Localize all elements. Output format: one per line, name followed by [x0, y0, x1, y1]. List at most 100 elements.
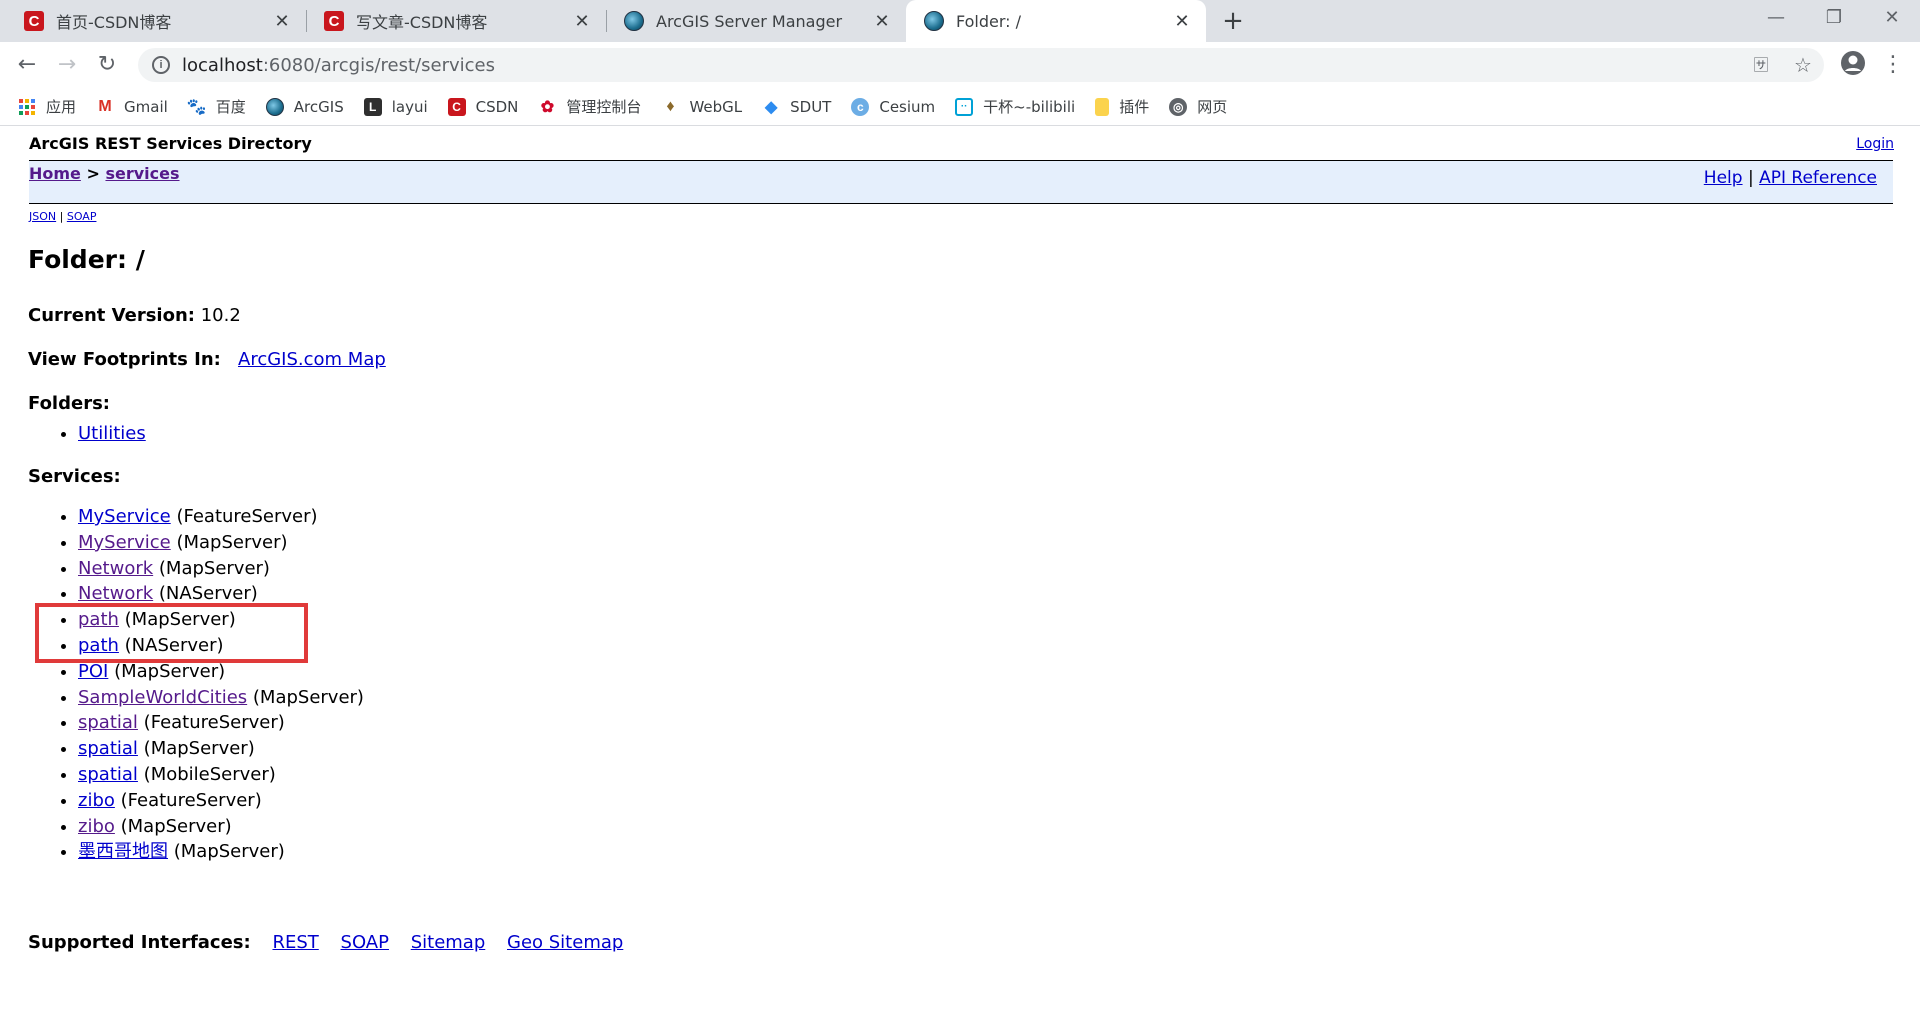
bookmark-folder-plugins[interactable]: 插件	[1095, 96, 1149, 117]
list-item: spatial (FeatureServer)	[78, 710, 364, 736]
webgl-icon: ♦	[666, 97, 675, 115]
service-type: (MobileServer)	[143, 763, 276, 785]
list-item: zibo (MapServer)	[78, 814, 364, 840]
service-type: (MapServer)	[120, 815, 232, 837]
view-footprints: View Footprints In: ArcGIS.com Map	[28, 349, 386, 370]
bookmark-bilibili[interactable]: ·· 干杯~-bilibili	[955, 96, 1075, 117]
soap-interface-link[interactable]: SOAP	[341, 932, 389, 953]
bookmark-label: CSDN	[475, 97, 519, 116]
restore-icon[interactable]: ❐	[1806, 0, 1862, 36]
info-icon[interactable]: i	[152, 56, 170, 74]
menu-kebab-icon[interactable]: ⋮	[1878, 50, 1908, 80]
forward-arrow-icon[interactable]: →	[52, 50, 82, 80]
service-link[interactable]: zibo	[78, 816, 115, 837]
reload-icon[interactable]: ↻	[92, 50, 122, 80]
minimize-icon[interactable]: —	[1748, 0, 1804, 36]
tab-arcgis-server-manager[interactable]: ArcGIS Server Manager ✕	[606, 0, 906, 42]
breadcrumb-services-link[interactable]: services	[105, 164, 179, 183]
close-tab-icon[interactable]: ✕	[270, 11, 294, 32]
bookmark-label: 插件	[1119, 98, 1150, 116]
json-format-link[interactable]: JSON	[29, 210, 56, 223]
tab-strip: C 首页-CSDN博客 ✕ C 写文章-CSDN博客 ✕ ArcGIS Serv…	[0, 0, 1920, 42]
bookmark-label: 应用	[46, 98, 77, 116]
service-link[interactable]: path	[78, 609, 119, 630]
bookmark-label: Gmail	[124, 97, 168, 116]
bookmark-arcgis[interactable]: ArcGIS	[265, 97, 344, 116]
service-type: (MapServer)	[176, 531, 288, 553]
back-arrow-icon[interactable]: ←	[12, 50, 42, 80]
service-link[interactable]: Network	[78, 583, 153, 604]
service-link[interactable]: POI	[78, 661, 108, 682]
bookmark-label: SDUT	[790, 97, 832, 116]
rest-interface-link[interactable]: REST	[272, 932, 318, 953]
folder-link[interactable]: Utilities	[78, 423, 146, 444]
sitemap-interface-link[interactable]: Sitemap	[411, 932, 486, 953]
tab-title: ArcGIS Server Manager	[656, 11, 843, 31]
bookmark-webpage[interactable]: ◎ 网页	[1169, 96, 1227, 117]
translate-icon[interactable]: 🈂	[1746, 50, 1776, 80]
service-type: (MapServer)	[114, 660, 226, 682]
url-host: localhost	[182, 54, 263, 76]
bilibili-icon: ··	[955, 97, 974, 116]
service-link[interactable]: MyService	[78, 532, 171, 553]
help-link[interactable]: Help	[1704, 168, 1743, 188]
services-heading: Services:	[28, 466, 121, 487]
current-version: Current Version: 10.2	[28, 305, 241, 326]
bookmark-apps[interactable]: 应用	[18, 96, 76, 117]
service-link[interactable]: path	[78, 635, 119, 656]
url-text: localhost:6080/arcgis/rest/services	[182, 55, 495, 76]
bookmark-sdut[interactable]: ◆ SDUT	[762, 98, 831, 116]
service-link[interactable]: SampleWorldCities	[78, 687, 247, 708]
service-link[interactable]: spatial	[78, 738, 138, 759]
sdut-icon: ◆	[764, 98, 778, 116]
geo-sitemap-interface-link[interactable]: Geo Sitemap	[507, 932, 623, 953]
csdn-icon: C	[447, 97, 466, 116]
profile-avatar-icon[interactable]	[1838, 50, 1868, 80]
service-type: (MapServer)	[143, 738, 255, 760]
bookmark-layui[interactable]: L layui	[363, 97, 428, 116]
new-tab-icon[interactable]: +	[1218, 6, 1248, 36]
address-bar[interactable]: i localhost:6080/arcgis/rest/services 🈂 …	[138, 48, 1824, 82]
bookmarks-bar: 应用 M Gmail 🐾 百度 ArcGIS L layui C CSDN ✿ …	[0, 88, 1920, 126]
tab-folder-active[interactable]: Folder: / ✕	[906, 0, 1206, 42]
csdn-icon: C	[324, 11, 344, 31]
arcgis-globe-icon	[265, 97, 284, 116]
tab-title: 首页-CSDN博客	[56, 13, 172, 32]
service-link[interactable]: spatial	[78, 764, 138, 785]
bookmark-csdn[interactable]: C CSDN	[447, 97, 519, 116]
bookmark-webgl[interactable]: ♦ WebGL	[661, 98, 742, 116]
list-item: Network (NAServer)	[78, 581, 364, 607]
bookmark-star-icon[interactable]: ☆	[1788, 50, 1818, 80]
close-tab-icon[interactable]: ✕	[870, 11, 894, 32]
webpage-icon: ◎	[1169, 97, 1188, 116]
login-link[interactable]: Login	[1856, 136, 1894, 152]
service-link[interactable]: 墨西哥地图	[78, 841, 168, 862]
bookmark-gmail[interactable]: M Gmail	[96, 97, 168, 116]
api-reference-link[interactable]: API Reference	[1759, 168, 1877, 188]
service-link[interactable]: Network	[78, 558, 153, 579]
folders-heading: Folders:	[28, 393, 110, 414]
folders-list: Utilities	[28, 421, 146, 447]
service-link[interactable]: zibo	[78, 790, 115, 811]
bookmark-cesium[interactable]: c Cesium	[851, 97, 935, 116]
bookmark-baidu[interactable]: 🐾 百度	[187, 96, 246, 117]
nav-separator: |	[1747, 168, 1754, 188]
service-link[interactable]: spatial	[78, 712, 138, 733]
service-link[interactable]: MyService	[78, 506, 171, 527]
window-close-icon[interactable]: ✕	[1864, 0, 1920, 36]
tab-csdn-write[interactable]: C 写文章-CSDN博客 ✕	[306, 0, 606, 42]
close-tab-icon[interactable]: ✕	[1170, 11, 1194, 32]
service-type: (FeatureServer)	[120, 789, 262, 811]
huawei-icon: ✿	[540, 98, 555, 116]
close-tab-icon[interactable]: ✕	[570, 11, 594, 32]
help-links: Help | API Reference	[1704, 168, 1877, 188]
soap-format-link[interactable]: SOAP	[67, 210, 97, 223]
arcgis-com-map-link[interactable]: ArcGIS.com Map	[238, 349, 386, 370]
bookmark-huawei-console[interactable]: ✿ 管理控制台	[538, 96, 642, 117]
tab-title: 写文章-CSDN博客	[356, 13, 488, 32]
list-item: SampleWorldCities (MapServer)	[78, 685, 364, 711]
breadcrumb-home-link[interactable]: Home	[29, 164, 81, 183]
tab-csdn-home[interactable]: C 首页-CSDN博客 ✕	[0, 0, 306, 42]
list-item: MyService (MapServer)	[78, 530, 364, 556]
layui-icon: L	[363, 97, 382, 116]
